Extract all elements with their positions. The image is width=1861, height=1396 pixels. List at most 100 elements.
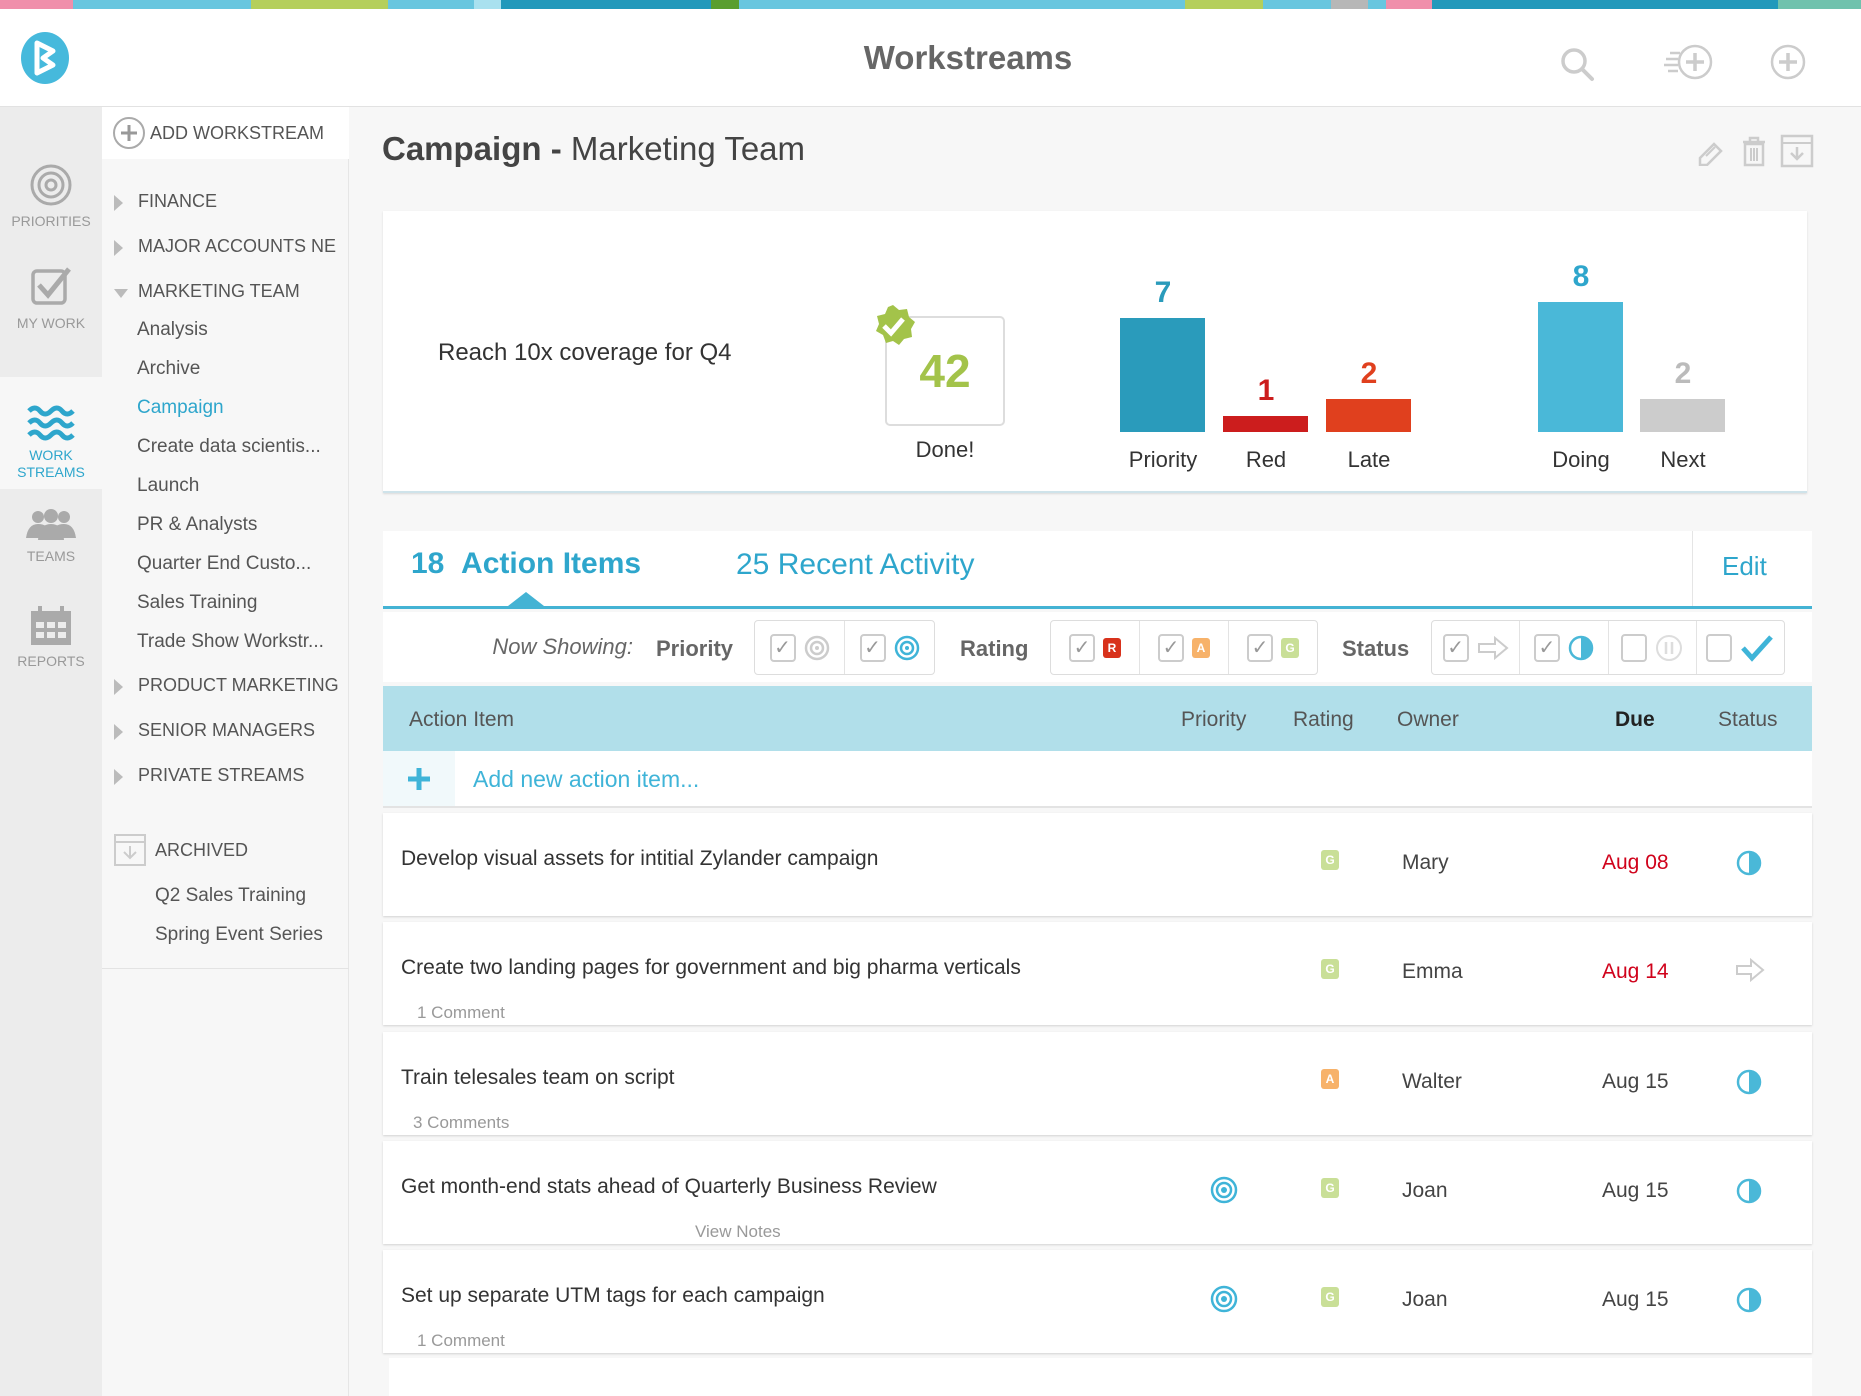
checkbox-unchecked[interactable] (1621, 633, 1648, 662)
bar-next[interactable] (1640, 399, 1725, 432)
sidebar-group-private-streams[interactable]: PRIVATE STREAMS (138, 765, 304, 786)
checkbox-unchecked[interactable] (1706, 633, 1733, 662)
column-owner[interactable]: Owner (1397, 708, 1459, 732)
sidebar-item[interactable]: Sales Training (137, 592, 257, 614)
filter-status-paused[interactable] (1609, 621, 1697, 674)
checkbox-checked[interactable]: ✓ (1442, 633, 1469, 662)
half-circle-icon[interactable] (1735, 1177, 1763, 1210)
filter-rating-amber[interactable]: ✓ A (1140, 621, 1229, 674)
due-date[interactable]: Aug 15 (1602, 1288, 1669, 1312)
tab-recent-activity[interactable]: 25 Recent Activity (736, 548, 974, 582)
sidebar-item[interactable]: Create data scientis... (137, 436, 321, 458)
action-item-title[interactable]: Train telesales team on script (401, 1066, 675, 1090)
action-item-title[interactable]: Create two landing pages for government … (401, 956, 1021, 980)
action-item-title[interactable]: Get month-end stats ahead of Quarterly B… (401, 1175, 937, 1199)
sidebar-item[interactable]: Archive (137, 358, 200, 380)
add-to-list-icon[interactable] (1660, 43, 1716, 88)
rail-item-teams[interactable]: TEAMS (0, 492, 102, 565)
due-date[interactable]: Aug 14 (1602, 960, 1669, 984)
rating-badge[interactable]: G (1321, 1287, 1339, 1308)
owner-name[interactable]: Emma (1402, 960, 1463, 984)
column-due[interactable]: Due (1615, 708, 1655, 732)
table-row[interactable]: Set up separate UTM tags for each campai… (383, 1250, 1812, 1354)
half-circle-icon[interactable] (1735, 1286, 1763, 1319)
sidebar-item[interactable]: Trade Show Workstr... (137, 631, 324, 653)
bar-priority[interactable] (1120, 318, 1205, 432)
sidebar-group-finance[interactable]: FINANCE (138, 191, 217, 212)
edit-button[interactable]: Edit (1722, 551, 1767, 582)
table-row[interactable]: Create two landing pages for government … (383, 922, 1812, 1026)
comments-link[interactable]: 1 Comment (417, 1003, 505, 1023)
half-circle-icon[interactable] (1735, 849, 1763, 882)
caret-right-icon[interactable] (114, 195, 123, 211)
sidebar-item[interactable]: Campaign (137, 397, 224, 419)
due-date[interactable]: Aug 15 (1602, 1070, 1669, 1094)
plus-circle-icon[interactable] (1769, 43, 1807, 86)
caret-down-icon[interactable] (114, 289, 128, 298)
caret-right-icon[interactable] (114, 240, 123, 256)
sidebar-item[interactable]: Launch (137, 475, 199, 497)
rating-badge[interactable]: G (1321, 1177, 1339, 1198)
filter-status-done[interactable] (1697, 621, 1784, 674)
action-item-title[interactable]: Develop visual assets for intitial Zylan… (401, 847, 878, 871)
due-date[interactable]: Aug 15 (1602, 1179, 1669, 1203)
archived-item[interactable]: Spring Event Series (155, 924, 323, 946)
filter-status-doing[interactable]: ✓ (1520, 621, 1609, 674)
archived-item[interactable]: Q2 Sales Training (155, 885, 306, 907)
sidebar-group-major-accounts-ne[interactable]: MAJOR ACCOUNTS NE (138, 236, 336, 257)
sidebar-item[interactable]: Analysis (137, 319, 208, 341)
column-priority[interactable]: Priority (1181, 708, 1246, 732)
caret-right-icon[interactable] (114, 724, 123, 740)
table-row[interactable]: Develop visual assets for intitial Zylan… (383, 813, 1812, 916)
trash-icon[interactable] (1741, 136, 1767, 173)
half-circle-icon[interactable] (1735, 1068, 1763, 1101)
filter-status-next[interactable]: ✓ (1432, 621, 1521, 674)
table-row[interactable]: Train telesales team on script 3 Comments… (383, 1031, 1812, 1135)
rating-badge[interactable]: A (1321, 1068, 1339, 1089)
sidebar-group-senior-managers[interactable]: SENIOR MANAGERS (138, 720, 315, 741)
priority-target-icon[interactable] (1210, 1285, 1238, 1318)
checkbox-checked[interactable]: ✓ (859, 633, 886, 662)
column-status[interactable]: Status (1718, 708, 1778, 732)
rail-item-reports[interactable]: REPORTS (0, 597, 102, 670)
filter-priority-high[interactable]: ✓ (845, 621, 934, 674)
rating-badge[interactable]: G (1321, 850, 1339, 870)
priority-target-icon[interactable] (1210, 1176, 1238, 1209)
archived-header[interactable]: ARCHIVED (155, 840, 248, 861)
due-date[interactable]: Aug 08 (1602, 851, 1669, 875)
column-action-item[interactable]: Action Item (409, 708, 514, 732)
owner-name[interactable]: Mary (1402, 851, 1449, 875)
search-icon[interactable] (1560, 47, 1596, 88)
add-item-icon[interactable] (383, 751, 455, 806)
view-notes-link[interactable]: View Notes (695, 1222, 781, 1242)
bar-doing[interactable] (1538, 302, 1623, 432)
checkbox-checked[interactable]: ✓ (1533, 633, 1560, 662)
sidebar-item[interactable]: PR & Analysts (137, 514, 257, 536)
sidebar-group-marketing-team[interactable]: MARKETING TEAM (138, 281, 300, 302)
caret-right-icon[interactable] (114, 679, 123, 695)
rail-item-priorities[interactable]: PRIORITIES (0, 157, 102, 230)
rail-item-work-streams[interactable]: WORK STREAMS (0, 377, 102, 489)
owner-name[interactable]: Walter (1402, 1070, 1462, 1094)
filter-rating-red[interactable]: ✓ R (1051, 621, 1140, 674)
checkbox-checked[interactable]: ✓ (1069, 633, 1095, 662)
column-rating[interactable]: Rating (1293, 708, 1354, 732)
checkbox-checked[interactable]: ✓ (1247, 633, 1273, 662)
archive-icon[interactable] (1780, 134, 1814, 173)
arrow-right-icon[interactable] (1735, 958, 1765, 987)
comments-link[interactable]: 1 Comment (417, 1331, 505, 1351)
rail-item-my-work[interactable]: MY WORK (0, 259, 102, 332)
action-item-title[interactable]: Set up separate UTM tags for each campai… (401, 1284, 825, 1308)
sidebar-item[interactable]: Quarter End Custo... (137, 553, 311, 575)
rating-badge[interactable]: G (1321, 959, 1339, 980)
edit-icon[interactable] (1696, 136, 1726, 171)
checkbox-checked[interactable]: ✓ (1158, 633, 1184, 662)
comments-link[interactable]: 3 Comments (413, 1113, 509, 1133)
owner-name[interactable]: Joan (1402, 1179, 1448, 1203)
owner-name[interactable]: Joan (1402, 1288, 1448, 1312)
caret-right-icon[interactable] (114, 769, 123, 785)
bar-red[interactable] (1223, 416, 1308, 432)
checkbox-checked[interactable]: ✓ (769, 633, 796, 662)
tab-action-items[interactable]: 18 Action Items (411, 547, 641, 581)
filter-priority-normal[interactable]: ✓ (755, 621, 845, 674)
